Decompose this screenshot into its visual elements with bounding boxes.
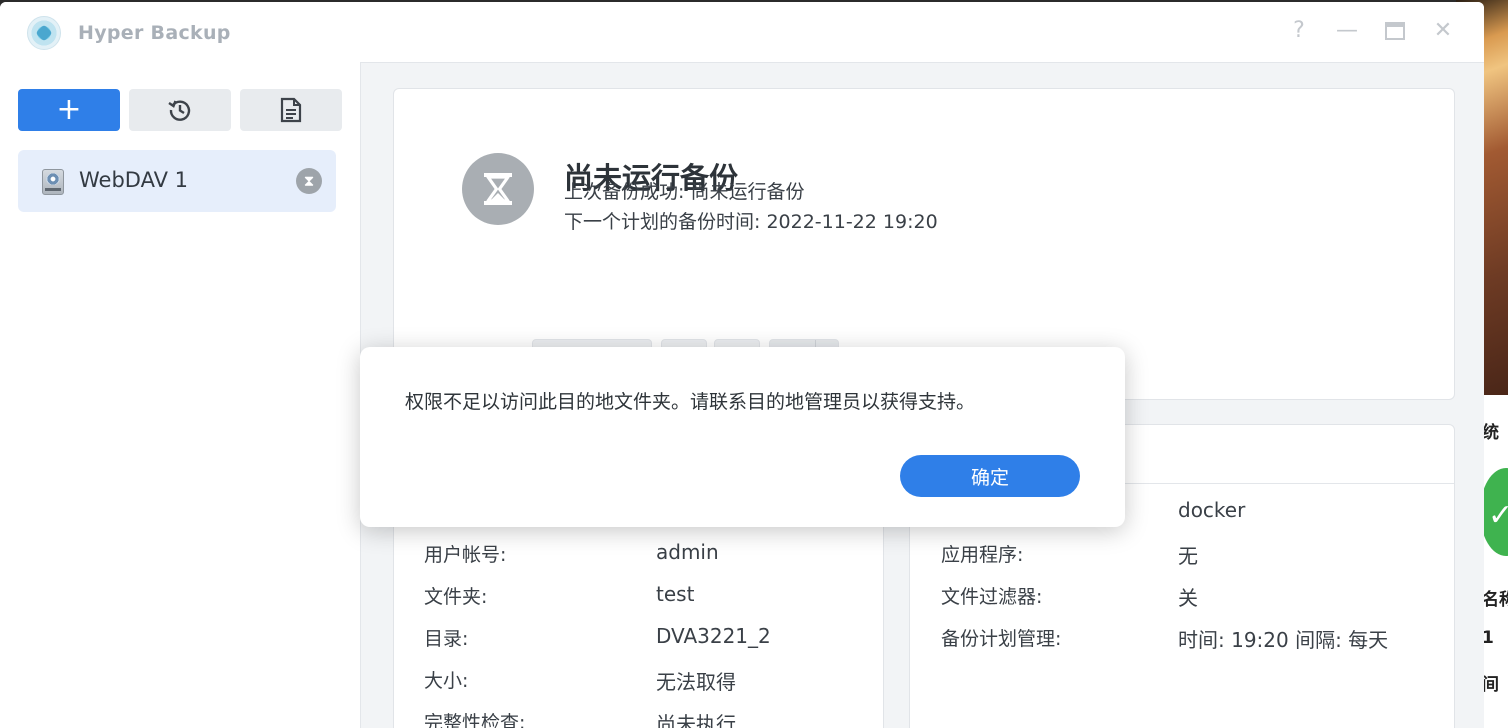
info-label: 应用程序: xyxy=(941,544,1024,566)
restore-button[interactable] xyxy=(129,89,231,131)
info-label: 目录: xyxy=(424,628,469,650)
last-success-text: 上次备份成功: 尚未运行备份 xyxy=(564,181,805,203)
desktop-widget-text: 名称 xyxy=(1482,590,1508,610)
help-icon[interactable]: ? xyxy=(1286,18,1312,44)
add-task-button[interactable]: + xyxy=(18,89,120,131)
sidebar: + WebDAV 1 ⧗ xyxy=(0,62,361,728)
info-label: 用户帐号: xyxy=(424,544,507,566)
info-value: 时间: 19:20 间隔: 每天 xyxy=(1178,628,1389,652)
info-value: DVA3221_2 xyxy=(656,624,771,648)
info-value: 尚未执行 xyxy=(656,712,736,728)
webdav-drive-icon xyxy=(42,169,64,195)
permission-error-dialog: 权限不足以访问此目的地文件夹。请联系目的地管理员以获得支持。 确定 xyxy=(360,347,1125,527)
check-icon: ✓ xyxy=(1488,498,1508,533)
info-value: admin xyxy=(656,540,719,564)
info-label: 备份计划管理: xyxy=(941,628,1062,650)
info-value: test xyxy=(656,582,695,606)
info-value: 无 xyxy=(1178,544,1198,568)
info-label: 完整性检查: xyxy=(424,712,526,728)
close-icon[interactable]: ✕ xyxy=(1430,18,1456,44)
document-icon xyxy=(280,97,302,123)
info-value: docker xyxy=(1178,498,1246,522)
ok-button[interactable]: 确定 xyxy=(900,455,1080,497)
window-title: Hyper Backup xyxy=(78,22,231,44)
backup-explorer-button[interactable] xyxy=(240,89,342,131)
hourglass-icon: ⧗ xyxy=(296,168,322,194)
info-label: 文件过滤器: xyxy=(941,586,1043,608)
info-label: 文件夹: xyxy=(424,586,488,608)
maximize-icon[interactable] xyxy=(1382,18,1408,44)
task-item-webdav[interactable]: WebDAV 1 ⧗ xyxy=(18,150,336,212)
task-item-label: WebDAV 1 xyxy=(79,168,189,192)
history-icon xyxy=(168,100,191,121)
info-label: 大小: xyxy=(424,670,469,692)
desktop-widget-text: 间 xyxy=(1482,675,1499,695)
info-value: 关 xyxy=(1178,586,1198,610)
title-bar[interactable]: Hyper Backup ? — ✕ xyxy=(0,2,1484,63)
minimize-icon[interactable]: — xyxy=(1334,18,1360,44)
info-value: 无法取得 xyxy=(656,670,736,694)
hourglass-status-icon xyxy=(462,153,534,225)
dialog-message: 权限不足以访问此目的地文件夹。请联系目的地管理员以获得支持。 xyxy=(405,391,976,413)
hyper-backup-logo-icon xyxy=(27,16,61,50)
next-schedule-text: 下一个计划的备份时间: 2022-11-22 19:20 xyxy=(564,211,938,233)
desktop-widget-text: 统 xyxy=(1482,423,1499,443)
